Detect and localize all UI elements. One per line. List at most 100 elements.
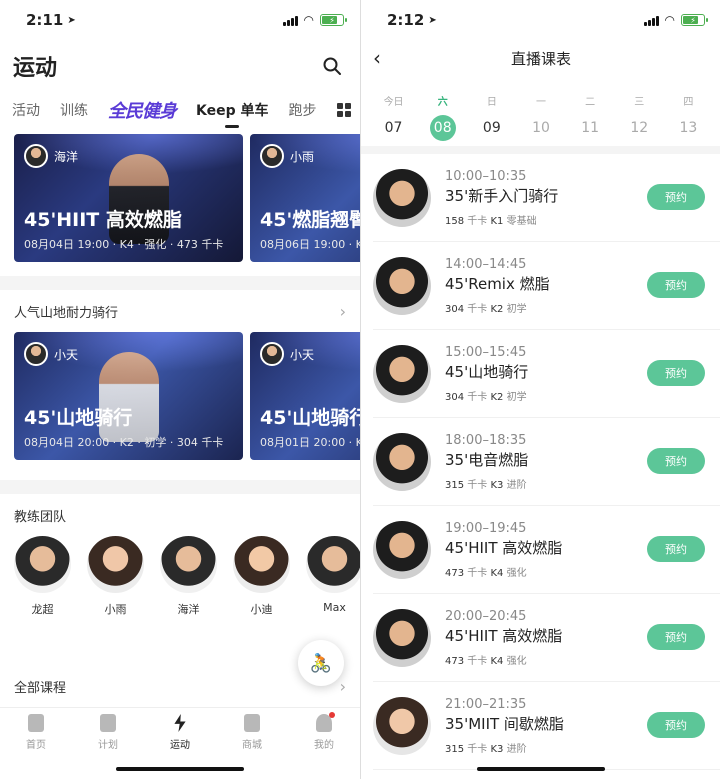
avatar — [373, 608, 431, 667]
course-title: 45'山地骑行 — [24, 407, 133, 429]
class-meta: 315 千卡 K3 进阶 — [445, 479, 527, 491]
book-button[interactable]: 预约 — [647, 712, 705, 738]
mountain-course-card[interactable]: 小天 45'山地骑行 08月01日 20:00 · K2 · — [250, 332, 360, 460]
date-item[interactable]: 二 11 — [570, 93, 610, 141]
date-weekday: 四 — [683, 97, 694, 108]
bike-fab-button[interactable]: 🚴 — [298, 640, 344, 686]
page-header: 运动 — [0, 40, 360, 92]
tab-running[interactable]: 跑步 — [289, 100, 317, 120]
battery-icon: ⚡ — [681, 14, 708, 26]
book-button[interactable]: 预约 — [647, 360, 705, 386]
class-time: 18:00–18:35 — [445, 432, 527, 448]
date-day: 09 — [482, 120, 501, 136]
book-button[interactable]: 预约 — [647, 448, 705, 474]
class-meta: 158 千卡 K1 零基础 — [445, 215, 537, 227]
tab-national-fitness[interactable]: 全民健身 — [108, 97, 177, 123]
tab-keep-bike[interactable]: Keep 单车 — [196, 100, 269, 120]
avatar — [373, 696, 431, 755]
schedule-row[interactable]: 14:00–14:45 45'Remix 燃脂 304 千卡 K2 初学 预约 — [373, 242, 720, 330]
coach-item[interactable]: Max — [306, 536, 360, 617]
page-title: 运动 — [13, 56, 58, 81]
wifi-icon: ◠ — [303, 13, 314, 27]
coach-item[interactable]: 小迪 — [233, 536, 290, 617]
schedule-row[interactable]: 21:00–21:35 35'MIIT 间歇燃脂 315 千卡 K3 进阶 预约 — [373, 682, 720, 770]
status-time: 2:11 ➤ — [26, 11, 76, 29]
page-header: ‹ 直播课表 — [361, 40, 720, 76]
chevron-right-icon: › — [339, 676, 346, 696]
date-weekday: 三 — [634, 97, 645, 108]
date-item-selected[interactable]: 六 08 — [423, 93, 463, 141]
avatar — [24, 342, 48, 366]
back-icon[interactable]: ‹ — [373, 46, 381, 70]
featured-course-card[interactable]: 小雨 45'燃脂翘臀 08月06日 19:00 · K3 · — [250, 134, 360, 262]
system-icons: ◠ ⚡ — [643, 13, 708, 27]
course-meta: 08月04日 19:00 · K4 · 强化 · 473 千卡 — [24, 238, 224, 251]
avatar — [87, 536, 144, 593]
class-time: 19:00–19:45 — [445, 520, 527, 536]
date-item[interactable]: 一 10 — [521, 93, 561, 141]
class-time: 21:00–21:35 — [445, 696, 527, 712]
section-header-mountain[interactable]: 人气山地耐力骑行 › — [0, 290, 360, 332]
featured-course-card[interactable]: 海洋 45'HIIT 高效燃脂 08月04日 19:00 · K4 · 强化 ·… — [14, 134, 243, 262]
notification-dot — [329, 712, 335, 718]
nav-profile[interactable]: 我的 — [299, 712, 349, 779]
coach-name: 龙超 — [31, 603, 54, 616]
home-indicator — [116, 767, 244, 771]
book-button[interactable]: 预约 — [647, 184, 705, 210]
coach-item[interactable]: 小雨 — [87, 536, 144, 617]
book-button[interactable]: 预约 — [647, 536, 705, 562]
coach-item[interactable]: 龙超 — [14, 536, 71, 617]
class-meta: 473 千卡 K4 强化 — [445, 567, 527, 579]
avatar — [373, 256, 431, 315]
class-meta: 473 千卡 K4 强化 — [445, 655, 527, 667]
avatar — [260, 342, 284, 366]
avatar — [373, 432, 431, 491]
live-schedule-screen: 2:12 ➤ ◠ ⚡ ‹ 直播课表 今日 07 六 08 日 09 一 10 二 11 三 1… — [361, 0, 720, 779]
coach-list: 龙超 小雨 海洋 小迪 Max — [0, 536, 360, 617]
nav-home[interactable]: 首页 — [11, 714, 61, 779]
schedule-row[interactable]: 18:00–18:35 35'电音燃脂 315 千卡 K3 进阶 预约 — [373, 418, 720, 506]
mountain-course-card[interactable]: 小天 45'山地骑行 08月04日 20:00 · K2 · 初学 · 304 … — [14, 332, 243, 460]
coach-name: 海洋 — [177, 603, 200, 616]
avatar — [260, 144, 284, 168]
avatar — [233, 536, 290, 593]
schedule-row[interactable]: 10:00–10:35 35'新手入门骑行 158 千卡 K1 零基础 预约 — [373, 154, 720, 242]
date-item[interactable]: 三 12 — [619, 93, 659, 141]
nav-label: 运动 — [170, 740, 190, 751]
schedule-row[interactable]: 20:00–20:45 45'HIIT 高效燃脂 473 千卡 K4 强化 预约 — [373, 594, 720, 682]
date-day: 11 — [581, 120, 600, 136]
coach-item[interactable]: 海洋 — [160, 536, 217, 617]
bookmark-icon — [28, 714, 44, 732]
lightning-icon — [174, 714, 186, 732]
class-title: 35'电音燃脂 — [445, 450, 529, 469]
shop-icon — [244, 714, 260, 732]
date-item[interactable]: 日 09 — [472, 93, 512, 141]
book-button[interactable]: 预约 — [647, 624, 705, 650]
search-icon[interactable] — [320, 54, 344, 78]
app-root: 2:11 ➤ ◠ ⚡ 运动 活动 训练 全民健身 Keep 单车 跑步 海洋 4… — [0, 0, 720, 779]
course-title: 45'燃脂翘臀 — [260, 209, 360, 231]
signal-icon — [282, 15, 298, 26]
book-button[interactable]: 预约 — [647, 272, 705, 298]
date-item[interactable]: 四 13 — [668, 93, 708, 141]
divider — [0, 276, 360, 290]
status-bar: 2:12 ➤ ◠ ⚡ — [361, 0, 720, 40]
date-day: 08 — [429, 115, 456, 141]
class-title: 35'MIIT 间歇燃脂 — [445, 714, 564, 733]
coach-name: 小雨 — [104, 603, 127, 616]
date-day: 12 — [630, 120, 649, 136]
section-header-coaches: 教练团队 — [0, 494, 360, 536]
course-title: 45'山地骑行 — [260, 407, 360, 429]
tab-training[interactable]: 训练 — [60, 100, 88, 120]
date-picker: 今日 07 六 08 日 09 一 10 二 11 三 12 四 13 — [361, 76, 720, 146]
schedule-row[interactable]: 19:00–19:45 45'HIIT 高效燃脂 473 千卡 K4 强化 预约 — [373, 506, 720, 594]
avatar — [373, 168, 431, 227]
date-weekday: 二 — [585, 97, 596, 108]
date-item[interactable]: 今日 07 — [374, 93, 414, 141]
section-title: 人气山地耐力骑行 — [14, 305, 119, 321]
schedule-row[interactable]: 15:00–15:45 45'山地骑行 304 千卡 K2 初学 预约 — [373, 330, 720, 418]
tab-activity[interactable]: 活动 — [12, 100, 40, 120]
signal-icon — [643, 15, 659, 26]
mountain-carousel: 小天 45'山地骑行 08月04日 20:00 · K2 · 初学 · 304 … — [0, 332, 360, 460]
grid-menu-icon[interactable] — [336, 103, 351, 117]
